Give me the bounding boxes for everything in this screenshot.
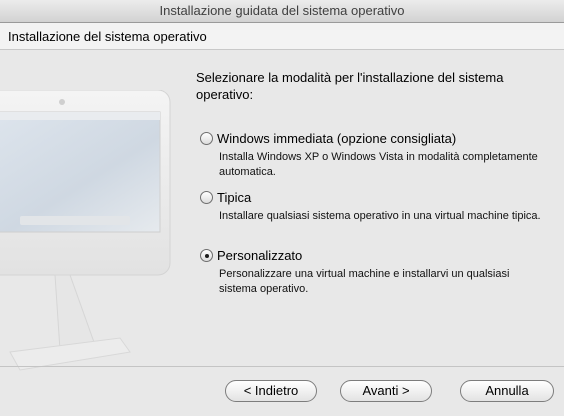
- cancel-button[interactable]: Annulla: [460, 380, 554, 402]
- radio-button-selected[interactable]: [200, 249, 213, 262]
- wizard-content: Selezionare la modalità per l'installazi…: [0, 50, 564, 371]
- option-label[interactable]: Tipica: [217, 189, 251, 206]
- back-button[interactable]: < Indietro: [225, 380, 317, 402]
- step-title: Installazione del sistema operativo: [8, 29, 207, 44]
- radio-button[interactable]: [200, 191, 213, 204]
- footer-separator: [0, 366, 564, 367]
- option-description: Installare qualsiasi sistema operativo i…: [219, 210, 541, 222]
- option-windows-immediata[interactable]: Windows immediata (opzione consigliata) …: [196, 130, 546, 180]
- option-tipica[interactable]: Tipica Installare qualsiasi sistema oper…: [196, 189, 546, 239]
- option-description: Installa Windows XP o Windows Vista in m…: [219, 151, 538, 178]
- next-button[interactable]: Avanti >: [340, 380, 432, 402]
- option-label[interactable]: Windows immediata (opzione consigliata): [217, 130, 456, 147]
- option-description: Personalizzare una virtual machine e ins…: [219, 268, 510, 295]
- step-header: Installazione del sistema operativo: [0, 23, 564, 50]
- option-label[interactable]: Personalizzato: [217, 247, 302, 264]
- window-title: Installazione guidata del sistema operat…: [159, 3, 405, 18]
- instruction-text: Selezionare la modalità per l'installazi…: [196, 70, 504, 102]
- radio-button[interactable]: [200, 132, 213, 145]
- title-bar[interactable]: Installazione guidata del sistema operat…: [0, 0, 564, 23]
- imac-icon: [0, 90, 171, 371]
- option-personalizzato[interactable]: Personalizzato Personalizzare una virtua…: [196, 247, 546, 297]
